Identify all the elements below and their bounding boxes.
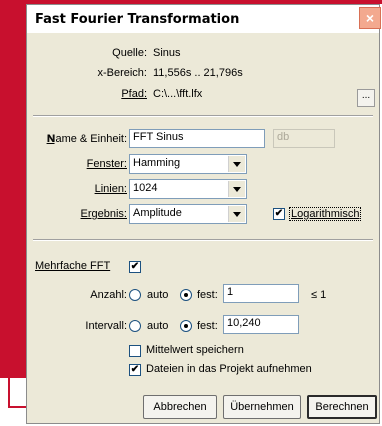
anzahl-label: Anzahl: [90, 289, 127, 301]
xbereich-label: x-Bereich: [97, 67, 147, 79]
ergebnis-label: Ergebnis: [80, 208, 127, 220]
separator-2 [33, 239, 373, 241]
ergebnis-select[interactable]: Amplitude [129, 204, 247, 224]
intervall-fest-label: fest: [197, 320, 218, 332]
name-input[interactable]: FFT Sinus [129, 129, 265, 148]
red-horizontal-line [8, 406, 28, 408]
dialog-title: Fast Fourier Transformation [35, 12, 240, 27]
quelle-value: Sinus [153, 47, 181, 59]
intervall-auto-radio[interactable] [129, 320, 141, 332]
intervall-auto-label: auto [147, 320, 169, 332]
intervall-fest-radio[interactable] [180, 320, 192, 332]
name-label-text: Name & Einheit: [47, 133, 127, 145]
pfad-label: Pfad: [121, 88, 147, 100]
anzahl-fest-radio[interactable] [180, 289, 192, 301]
logarithmic-label[interactable]: Logarithmisch [289, 207, 362, 221]
mittelwert-checkbox[interactable] [129, 345, 141, 357]
red-vertical-line [8, 0, 10, 408]
fenster-select[interactable]: Hamming [129, 154, 247, 174]
multi-fft-checkbox[interactable]: ✔ [129, 261, 141, 273]
chevron-down-icon [228, 181, 245, 197]
close-button[interactable]: × [359, 7, 381, 29]
anzahl-input[interactable]: 1 [223, 284, 299, 303]
multi-fft-label: Mehrfache FFT [35, 260, 110, 272]
browse-button[interactable]: ... [357, 89, 375, 107]
mittelwert-label: Mittelwert speichern [146, 344, 244, 356]
fenster-label: Fenster: [86, 158, 127, 170]
fft-dialog: Fast Fourier Transformation × Quelle: Si… [26, 4, 381, 424]
xbereich-value: 11,556s .. 21,796s [153, 67, 243, 79]
anzahl-auto-label: auto [147, 289, 169, 301]
logarithmic-checkbox[interactable]: ✔ [273, 208, 285, 220]
fenster-value: Hamming [133, 157, 181, 169]
ergebnis-value: Amplitude [133, 207, 182, 219]
projekt-label: Dateien in das Projekt aufnehmen [146, 363, 312, 375]
projekt-checkbox[interactable]: ✔ [129, 364, 141, 376]
linien-value: 1024 [133, 182, 158, 194]
apply-button[interactable]: Übernehmen [223, 395, 301, 419]
compute-button[interactable]: Berechnen [307, 395, 377, 419]
anzahl-max-label: ≤ 1 [311, 289, 327, 301]
intervall-input[interactable]: 10,240 [223, 315, 299, 334]
chevron-down-icon [228, 156, 245, 172]
separator-1 [33, 115, 373, 117]
pfad-value: C:\...\fft.lfx [153, 88, 203, 100]
unit-input[interactable]: db [273, 129, 335, 148]
intervall-label: Intervall: [85, 320, 127, 332]
multi-fft-label-text: Mehrfache FFT [35, 260, 111, 272]
anzahl-fest-label: fest: [197, 289, 218, 301]
anzahl-auto-radio[interactable] [129, 289, 141, 301]
linien-label: Linien: [94, 183, 127, 195]
title-bar: Fast Fourier Transformation × [27, 5, 381, 33]
close-icon: × [365, 10, 375, 26]
chevron-down-icon [228, 206, 245, 222]
linien-select[interactable]: 1024 [129, 179, 247, 199]
quelle-label: Quelle: [112, 47, 147, 59]
name-label: NName & Einheit: [46, 133, 127, 145]
cancel-button[interactable]: Abbrechen [143, 395, 217, 419]
